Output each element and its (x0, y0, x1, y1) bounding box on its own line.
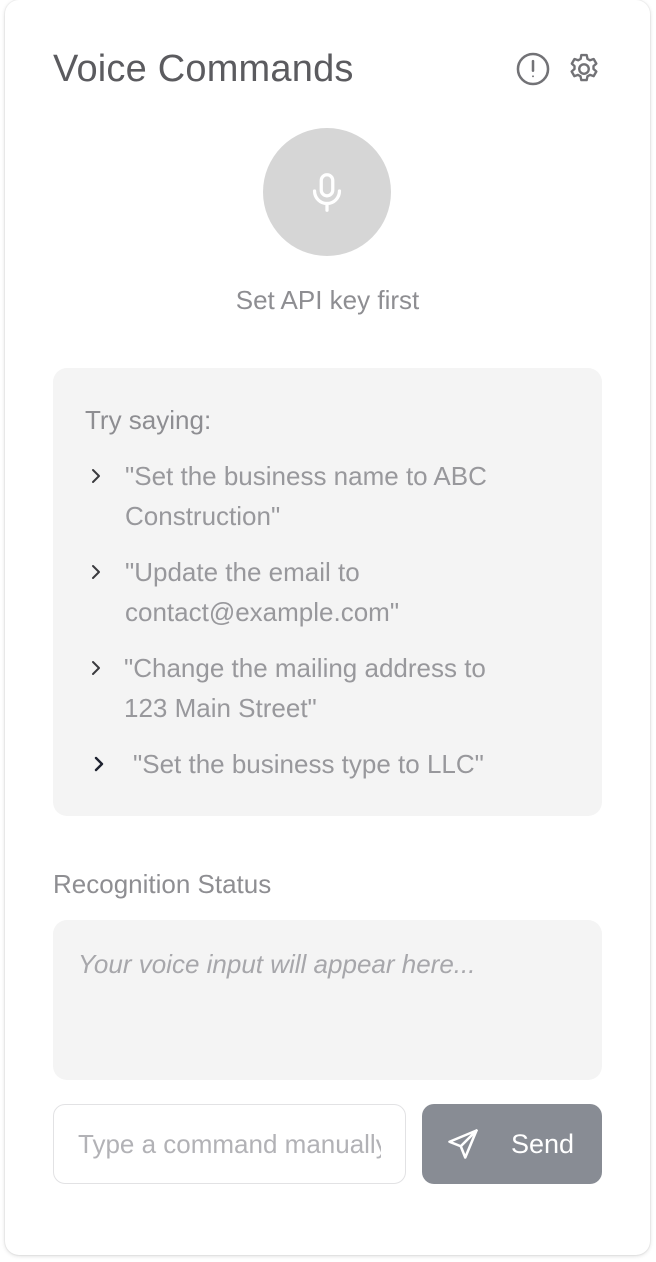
example-line: 123 Main Street" (124, 693, 317, 723)
example-commands-box: Try saying: "Set the business name to AB… (53, 368, 602, 816)
paper-plane-icon (445, 1126, 481, 1162)
chevron-right-icon (87, 656, 105, 680)
command-input[interactable] (53, 1104, 406, 1184)
example-line: contact@example.com" (125, 597, 400, 627)
recognition-placeholder: Your voice input will appear here... (78, 949, 476, 979)
recognition-status-label: Recognition Status (53, 869, 272, 899)
page-title: Voice Commands (53, 48, 354, 90)
chevron-right-icon (87, 560, 105, 584)
chevron-right-icon (90, 752, 108, 776)
send-button[interactable]: Send (422, 1104, 602, 1184)
example-line: Construction" (125, 501, 281, 531)
send-button-label: Send (511, 1129, 575, 1159)
voice-commands-panel: Voice Commands Set API key first Try say… (5, 0, 650, 1255)
info-circle-icon[interactable] (514, 50, 552, 88)
mic-status-note: Set API key first (235, 285, 420, 315)
example-line: "Set the business name to ABC (125, 461, 487, 491)
chevron-right-icon (87, 464, 105, 488)
example-line: "Set the business type to LLC" (133, 749, 484, 779)
recognition-status-box: Your voice input will appear here... (53, 920, 602, 1080)
example-line: "Update the email to (125, 557, 360, 587)
microphone-icon (312, 173, 342, 212)
microphone-button[interactable] (263, 128, 391, 256)
gear-icon[interactable] (565, 50, 603, 88)
examples-title: Try saying: (85, 405, 212, 435)
example-line: "Change the mailing address to (124, 653, 486, 683)
